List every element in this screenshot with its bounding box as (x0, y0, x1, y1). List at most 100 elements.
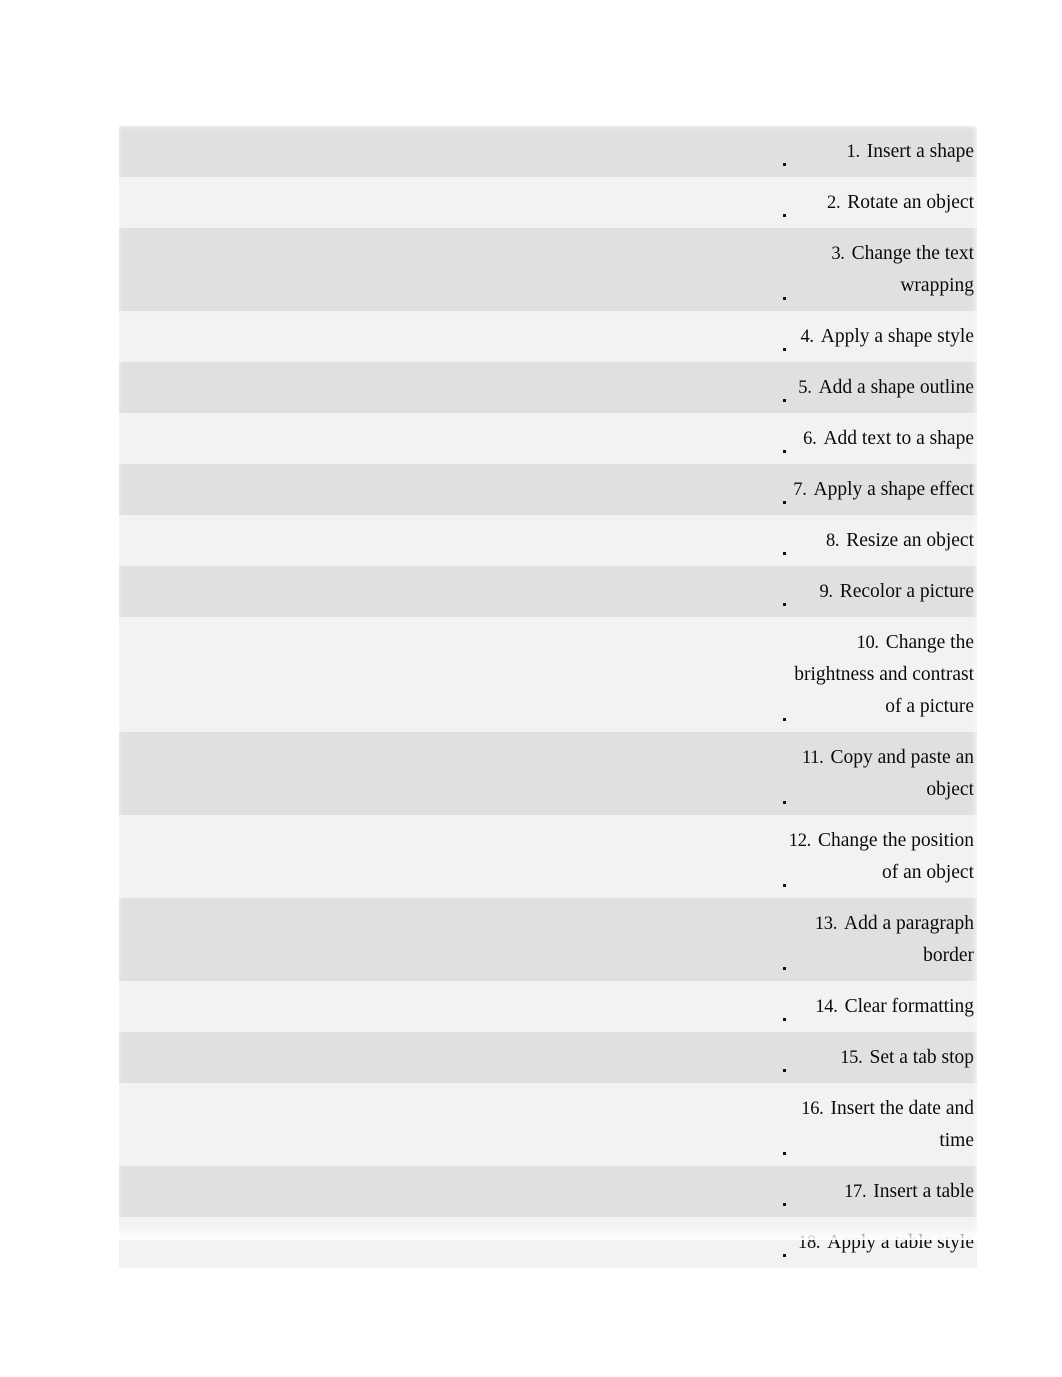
list-item-line: 7. Apply a shape effect (779, 474, 977, 506)
list-item-line: 4. Apply a shape style (779, 321, 977, 353)
list-item-label: Add a shape outline (818, 377, 974, 398)
list-item-number: 4. (800, 327, 814, 347)
table-row: 17. Insert a table (119, 1166, 977, 1217)
list-item-number: 1. (846, 142, 861, 162)
list-item-number: 7. (793, 480, 807, 500)
table-cell-blank (119, 1217, 779, 1268)
table-row: 8. Resize an object (119, 515, 977, 566)
list-item: 11. Copy and paste an object (779, 732, 977, 815)
table-cell-blank (119, 177, 779, 228)
table-cell-blank (119, 898, 779, 981)
table-cell-task: 12. Change the position of an object (779, 815, 977, 898)
list-item-number: 14. (815, 997, 838, 1017)
table-cell-task: 10. Change the brightness and contrast of… (779, 617, 977, 732)
list-item-line: 6. Add text to a shape (779, 423, 977, 455)
table-cell-blank (119, 413, 779, 464)
table-row: 15. Set a tab stop (119, 1032, 977, 1083)
list-item-line: 17. Insert a table (779, 1176, 977, 1208)
list-item-number: 5. (798, 378, 812, 398)
list-item-label: Add a paragraph border (844, 913, 974, 966)
table-row: 7. Apply a shape effect (119, 464, 977, 515)
table-cell-blank (119, 617, 779, 732)
table-cell-blank (119, 311, 779, 362)
skills-table: 1. Insert a shape 2. Rotate an object 3. Chan… (119, 126, 977, 1268)
list-item: 8. Resize an object (779, 515, 977, 566)
list-item-label: Apply a table style (827, 1232, 974, 1253)
table-cell-task: 6. Add text to a shape (779, 413, 977, 464)
list-item: 16. Insert the date and time (779, 1083, 977, 1166)
rtl-period-mark (783, 163, 786, 166)
rtl-period-mark (783, 1069, 786, 1072)
list-item-number: 13. (814, 914, 838, 934)
table-cell-blank (119, 1083, 779, 1166)
table-row: 3. Change the text wrapping (119, 228, 977, 311)
table-cell-task: 8. Resize an object (779, 515, 977, 566)
list-item: 5. Add a shape outline (779, 362, 977, 413)
list-item-label: Change the brightness and contrast of a … (794, 632, 974, 717)
table-row: 5. Add a shape outline (119, 362, 977, 413)
list-item-label: Insert the date and time (830, 1098, 974, 1151)
table-cell-blank (119, 515, 779, 566)
list-item-number: 15. (840, 1048, 863, 1068)
table-cell-task: 14. Clear formatting (779, 981, 977, 1032)
list-item-number: 6. (803, 429, 817, 449)
table-cell-task: 9. Recolor a picture (779, 566, 977, 617)
table-cell-blank (119, 1166, 779, 1217)
list-item: 10. Change the brightness and contrast of… (779, 617, 977, 732)
list-item-number: 2. (827, 193, 841, 213)
list-item-number: 8. (825, 531, 840, 551)
rtl-period-mark (783, 603, 786, 606)
rtl-period-mark (783, 1203, 786, 1206)
list-item-label: Apply a shape style (820, 326, 974, 347)
document-page: 1. Insert a shape 2. Rotate an object 3. Chan… (0, 0, 1062, 1377)
list-item-number: 16. (801, 1099, 824, 1119)
table-cell-task: 15. Set a tab stop (779, 1032, 977, 1083)
list-item: 9. Recolor a picture (779, 566, 977, 617)
rtl-period-mark (783, 801, 786, 804)
table-cell-task: 1. Insert a shape (779, 126, 977, 177)
list-item-label: Insert a table (873, 1181, 974, 1202)
list-item: 7. Apply a shape effect (779, 464, 977, 515)
skills-table-body: 1. Insert a shape 2. Rotate an object 3. Chan… (119, 126, 977, 1268)
table-row: 12. Change the position of an object (119, 815, 977, 898)
list-item-line: 14. Clear formatting (779, 991, 977, 1023)
table-row: 16. Insert the date and time (119, 1083, 977, 1166)
list-item: 18. Apply a table style (779, 1217, 977, 1268)
rtl-period-mark (783, 1018, 786, 1021)
table-cell-blank (119, 464, 779, 515)
table-row: 14. Clear formatting (119, 981, 977, 1032)
list-item-line: 5. Add a shape outline (779, 372, 977, 404)
rtl-period-mark (783, 501, 786, 504)
list-item-line: 3. Change the text wrapping (779, 238, 977, 302)
list-item: 14. Clear formatting (779, 981, 977, 1032)
list-item-number: 11. (801, 748, 824, 768)
rtl-period-mark (783, 552, 786, 555)
table-cell-task: 11. Copy and paste an object (779, 732, 977, 815)
list-item-line: 11. Copy and paste an object (779, 742, 977, 806)
table-row: 11. Copy and paste an object (119, 732, 977, 815)
list-item: 13. Add a paragraph border (779, 898, 977, 981)
list-item-label: Set a tab stop (869, 1047, 974, 1068)
rtl-period-mark (783, 450, 786, 453)
list-item-label: Clear formatting (844, 996, 974, 1017)
list-item-label: Resize an object (846, 530, 974, 551)
table-cell-task: 5. Add a shape outline (779, 362, 977, 413)
list-item-number: 12. (788, 831, 812, 851)
table-cell-blank (119, 815, 779, 898)
table-cell-blank (119, 981, 779, 1032)
rtl-period-mark (783, 348, 786, 351)
table-cell-task: 3. Change the text wrapping (779, 228, 977, 311)
list-item-number: 17. (844, 1182, 867, 1202)
rtl-period-mark (783, 1152, 786, 1155)
table-cell-blank (119, 732, 779, 815)
table-row: 9. Recolor a picture (119, 566, 977, 617)
list-item: 15. Set a tab stop (779, 1032, 977, 1083)
list-item-number: 3. (831, 244, 845, 264)
list-item-line: 1. Insert a shape (779, 136, 977, 168)
rtl-period-mark (783, 718, 786, 721)
table-row: 10. Change the brightness and contrast of… (119, 617, 977, 732)
list-item-line: 8. Resize an object (779, 525, 977, 557)
list-item-line: 16. Insert the date and time (779, 1093, 977, 1157)
rtl-period-mark (783, 884, 786, 887)
table-cell-blank (119, 362, 779, 413)
